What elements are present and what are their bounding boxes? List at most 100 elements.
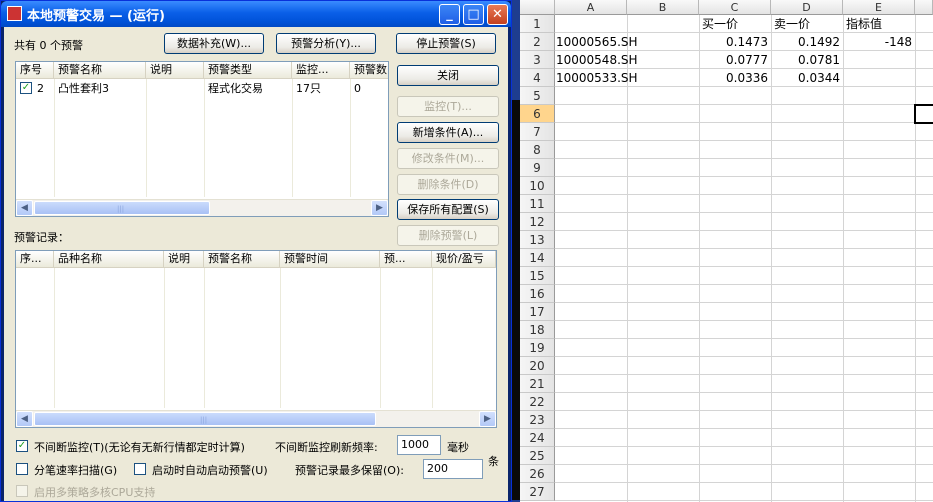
delete-condition-button[interactable]: 删除条件(D) xyxy=(397,174,499,195)
row-header-15[interactable]: 15 xyxy=(520,267,555,285)
local-alert-trading-window: 本地预警交易 — (运行) _ □ ✕ 共有 0 个预警 数据补充(W)... … xyxy=(0,0,512,502)
tick-scan-label[interactable]: 分笔速率扫描(G) xyxy=(34,462,117,478)
alert-records-list[interactable]: 序... 品种名称 说明 预警名称 预警时间 预... 现价/盈亏 ◀ ||| … xyxy=(15,250,497,428)
row-header-8[interactable]: 8 xyxy=(520,141,555,159)
multicore-checkbox[interactable] xyxy=(16,485,28,497)
continuous-monitor-checkbox[interactable]: ✓ xyxy=(16,440,28,452)
row-header-11[interactable]: 11 xyxy=(520,195,555,213)
modify-condition-button[interactable]: 修改条件(M)... xyxy=(397,148,499,169)
row-header-9[interactable]: 9 xyxy=(520,159,555,177)
cell-a4[interactable]: 10000533.SH xyxy=(556,69,638,87)
row-header-6[interactable]: 6 xyxy=(520,105,555,123)
continuous-monitor-label[interactable]: 不间断监控(T)(无论有无新行情都定时计算) xyxy=(34,439,245,455)
alert-conditions-list[interactable]: 序号 预警名称 说明 预警类型 监控... 预警数 ✓ 2 凸性套利3 程式化交… xyxy=(15,61,389,217)
delete-alert-button[interactable]: 删除预警(L) xyxy=(397,225,499,246)
spreadsheet[interactable]: A B C D E 1 买一价 卖一价 指标值 2 10000565.SH 0.1473 0.… xyxy=(520,0,933,502)
row-header-13[interactable]: 13 xyxy=(520,231,555,249)
rec-header-alert-name[interactable]: 预警名称 xyxy=(204,251,280,268)
row-header-2[interactable]: 2 xyxy=(520,33,555,51)
row-header-4[interactable]: 4 xyxy=(520,69,555,87)
cell-d4[interactable]: 0.0344 xyxy=(772,69,843,87)
row-header-19[interactable]: 19 xyxy=(520,339,555,357)
row-header-14[interactable]: 14 xyxy=(520,249,555,267)
row-header-20[interactable]: 20 xyxy=(520,357,555,375)
scroll-right-icon[interactable]: ▶ xyxy=(371,200,388,216)
title-bar[interactable]: 本地预警交易 — (运行) _ □ ✕ xyxy=(1,1,511,27)
row-header-23[interactable]: 23 xyxy=(520,411,555,429)
row-header-21[interactable]: 21 xyxy=(520,375,555,393)
row-header-26[interactable]: 26 xyxy=(520,465,555,483)
rec-header-desc[interactable]: 说明 xyxy=(164,251,204,268)
tick-scan-checkbox[interactable] xyxy=(16,463,28,475)
cell-d3[interactable]: 0.0781 xyxy=(772,51,843,69)
auto-start-label[interactable]: 启动时自动启动预警(U) xyxy=(152,462,268,478)
row-header-10[interactable]: 10 xyxy=(520,177,555,195)
scroll-thumb[interactable]: ||| xyxy=(34,201,210,215)
condition-enabled-checkbox[interactable]: ✓ xyxy=(20,82,32,94)
stop-alert-button[interactable]: 停止预警(S) xyxy=(396,33,496,54)
save-all-config-button[interactable]: 保存所有配置(S) xyxy=(397,199,499,220)
active-cell-cursor[interactable] xyxy=(914,104,933,124)
row-header-1[interactable]: 1 xyxy=(520,15,555,33)
row-header-12[interactable]: 12 xyxy=(520,213,555,231)
close-button[interactable]: 关闭 xyxy=(397,65,499,86)
cell-c2[interactable]: 0.1473 xyxy=(700,33,771,51)
cell-a3[interactable]: 10000548.SH xyxy=(556,51,638,69)
condition-desc xyxy=(146,80,204,97)
records-hscrollbar[interactable]: ◀ ||| ▶ xyxy=(16,410,496,427)
row-header-5[interactable]: 5 xyxy=(520,87,555,105)
rec-header-alert[interactable]: 预... xyxy=(380,251,432,268)
cell-c3[interactable]: 0.0777 xyxy=(700,51,771,69)
cell-d1[interactable]: 卖一价 xyxy=(772,15,843,33)
alert-analysis-button[interactable]: 预警分析(Y)... xyxy=(276,33,376,54)
row-header-3[interactable]: 3 xyxy=(520,51,555,69)
col-header-e[interactable]: E xyxy=(843,0,915,15)
data-supplement-button[interactable]: 数据补充(W)... xyxy=(164,33,264,54)
rec-header-index[interactable]: 序... xyxy=(16,251,54,268)
multicore-label[interactable]: 启用多策略多核CPU支持 xyxy=(34,484,155,500)
maximize-button[interactable]: □ xyxy=(463,4,484,25)
col-header-f[interactable] xyxy=(915,0,933,15)
monitor-button[interactable]: 监控(T)... xyxy=(397,96,499,117)
scroll-right-icon[interactable]: ▶ xyxy=(479,411,496,427)
minimize-button[interactable]: _ xyxy=(439,4,460,25)
conditions-hscrollbar[interactable]: ◀ ||| ▶ xyxy=(16,199,388,216)
col-header-a[interactable]: A xyxy=(555,0,627,15)
rec-header-time[interactable]: 预警时间 xyxy=(280,251,380,268)
col-header-monitor[interactable]: 监控... xyxy=(292,62,350,79)
refresh-rate-input[interactable]: 1000 xyxy=(397,435,441,455)
col-header-name[interactable]: 预警名称 xyxy=(54,62,146,79)
row-header-17[interactable]: 17 xyxy=(520,303,555,321)
rec-header-product[interactable]: 品种名称 xyxy=(54,251,164,268)
col-header-count[interactable]: 预警数 xyxy=(350,62,388,79)
cell-e1[interactable]: 指标值 xyxy=(844,15,915,33)
row-header-25[interactable]: 25 xyxy=(520,447,555,465)
close-window-button[interactable]: ✕ xyxy=(487,4,508,25)
add-condition-button[interactable]: 新增条件(A)... xyxy=(397,122,499,143)
rec-header-price[interactable]: 现价/盈亏 xyxy=(432,251,496,268)
col-header-desc[interactable]: 说明 xyxy=(146,62,204,79)
cell-c4[interactable]: 0.0336 xyxy=(700,69,771,87)
row-header-7[interactable]: 7 xyxy=(520,123,555,141)
auto-start-checkbox[interactable] xyxy=(134,463,146,475)
cell-a2[interactable]: 10000565.SH xyxy=(556,33,638,51)
col-header-d[interactable]: D xyxy=(771,0,843,15)
col-header-type[interactable]: 预警类型 xyxy=(204,62,292,79)
max-records-input[interactable]: 200 xyxy=(423,459,483,479)
col-header-index[interactable]: 序号 xyxy=(16,62,54,79)
col-header-c[interactable]: C xyxy=(699,0,771,15)
scroll-thumb[interactable]: ||| xyxy=(34,412,376,426)
scroll-left-icon[interactable]: ◀ xyxy=(16,200,33,216)
row-header-18[interactable]: 18 xyxy=(520,321,555,339)
scroll-left-icon[interactable]: ◀ xyxy=(16,411,33,427)
row-header-27[interactable]: 27 xyxy=(520,483,555,501)
col-header-b[interactable]: B xyxy=(627,0,699,15)
cell-c1[interactable]: 买一价 xyxy=(700,15,771,33)
select-all-corner[interactable] xyxy=(520,0,555,15)
condition-row[interactable]: ✓ 2 凸性套利3 程式化交易 17只 0 xyxy=(16,80,388,97)
row-header-24[interactable]: 24 xyxy=(520,429,555,447)
cell-d2[interactable]: 0.1492 xyxy=(772,33,843,51)
cell-e2[interactable]: -148 xyxy=(844,33,915,51)
row-header-16[interactable]: 16 xyxy=(520,285,555,303)
row-header-22[interactable]: 22 xyxy=(520,393,555,411)
